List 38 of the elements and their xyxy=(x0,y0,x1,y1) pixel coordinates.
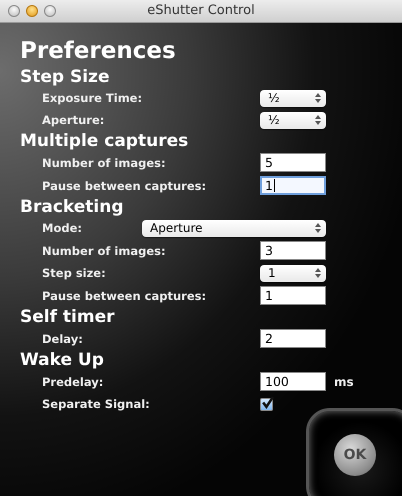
field-label: Pause between captures: xyxy=(42,288,206,304)
stepper-arrows-icon xyxy=(315,223,321,233)
input-field[interactable]: 3 xyxy=(260,241,326,260)
page-heading: Preferences xyxy=(20,37,176,65)
close-icon[interactable] xyxy=(8,5,20,17)
dropdown[interactable]: ½ xyxy=(260,90,326,106)
dropdown[interactable]: Aperture xyxy=(142,220,326,236)
section-heading: Bracketing xyxy=(20,196,124,218)
window-title: eShutter Control xyxy=(147,3,255,18)
dropdown[interactable]: ½ xyxy=(260,112,326,128)
dropdown[interactable]: 1 xyxy=(260,264,326,282)
checkbox[interactable] xyxy=(260,398,273,410)
stepper-arrows-icon xyxy=(315,115,321,125)
ok-button[interactable]: OK xyxy=(334,434,376,476)
field-label: Pause between captures: xyxy=(42,178,206,194)
input-field[interactable]: 5 xyxy=(260,153,326,172)
field-label: Exposure Time: xyxy=(42,90,142,107)
field-label: Separate Signal: xyxy=(42,396,150,413)
zoom-icon[interactable] xyxy=(44,5,56,17)
field-label: Mode: xyxy=(42,220,82,237)
minimize-icon[interactable] xyxy=(26,5,38,17)
stepper-arrows-icon xyxy=(315,93,321,103)
input-field[interactable]: 100 xyxy=(260,372,326,391)
section-heading: Multiple captures xyxy=(20,130,188,152)
section-heading: Self timer xyxy=(20,306,114,328)
field-label: Number of images: xyxy=(42,154,166,172)
field-label: Step size: xyxy=(42,265,106,282)
input-field[interactable]: 2 xyxy=(260,329,326,348)
input-field[interactable]: 1 xyxy=(260,286,326,305)
section-heading: Step Size xyxy=(20,66,110,88)
stepper-arrows-icon xyxy=(315,268,321,278)
section-heading: Wake Up xyxy=(20,349,104,371)
field-label: Aperture: xyxy=(42,112,104,129)
input-field[interactable]: 1 xyxy=(260,176,326,195)
unit-label: ms xyxy=(333,374,355,388)
field-label: Number of images: xyxy=(42,242,166,260)
field-label: Delay: xyxy=(42,330,83,348)
field-label: Predelay: xyxy=(42,374,104,390)
